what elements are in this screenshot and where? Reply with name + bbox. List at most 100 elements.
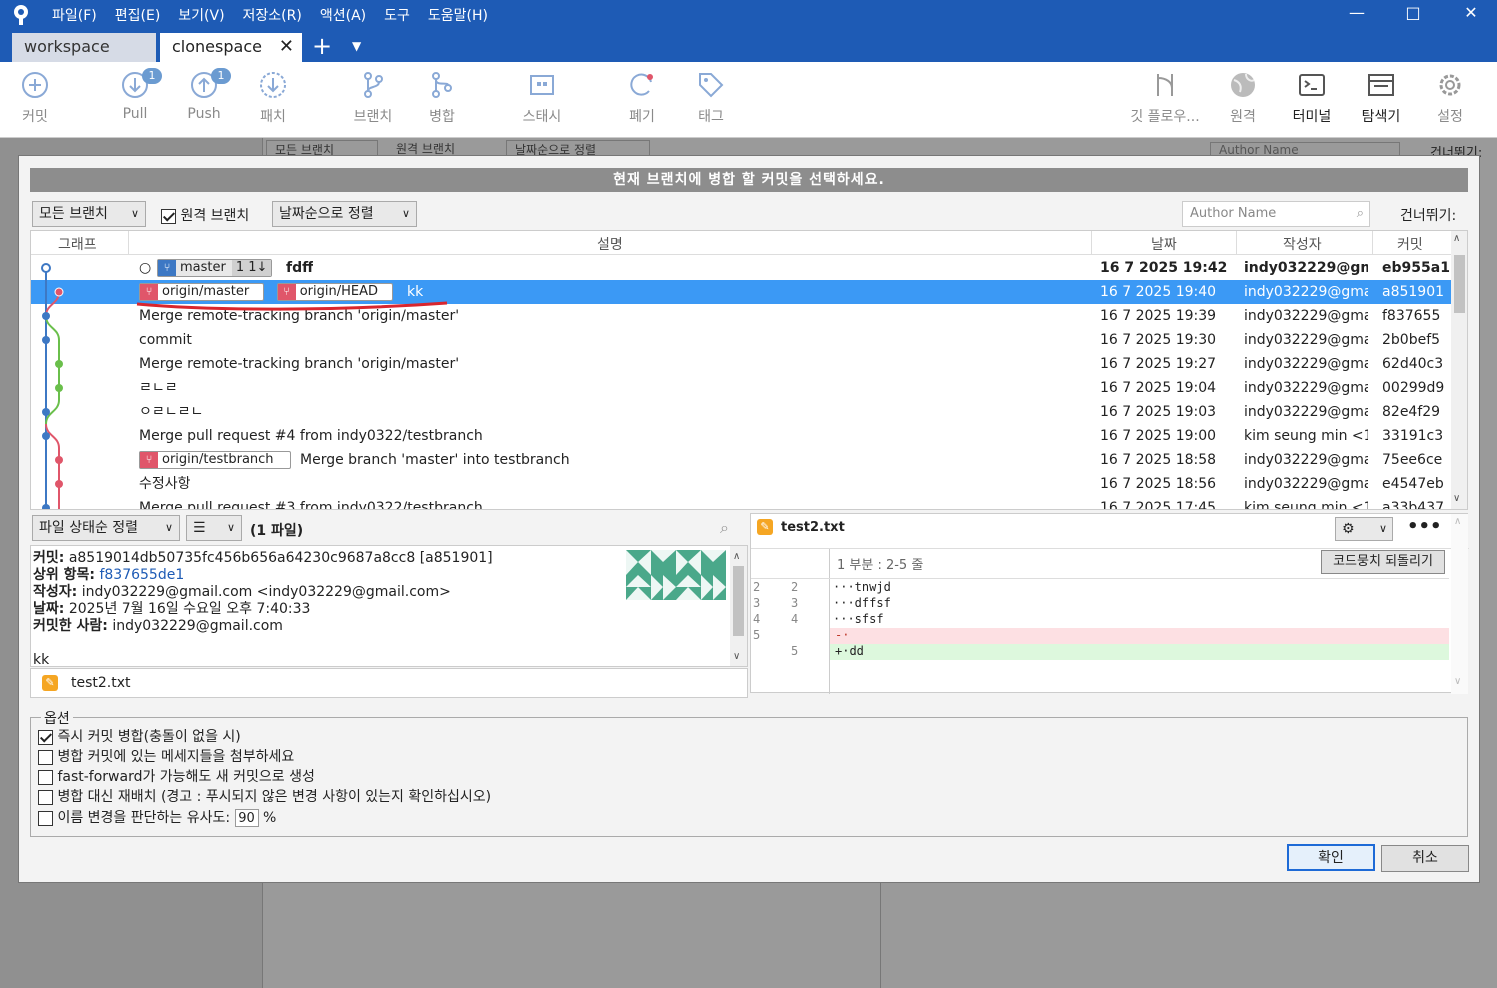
details-scrollbar[interactable]: ∧ ∨ bbox=[730, 546, 747, 666]
scroll-up-icon[interactable]: ∧ bbox=[733, 548, 740, 565]
tab-workspace[interactable]: workspace bbox=[12, 33, 156, 62]
commit-row[interactable]: ㄹㄴㄹ 16 7 2025 19:04 indy032229@gmail.com… bbox=[31, 376, 1451, 400]
checkbox-checked[interactable] bbox=[38, 729, 53, 745]
file-toolbar: 파일 상태순 정렬 ∨ ☰ ∨ (1 파일) ⌕ bbox=[30, 513, 750, 545]
scrollbar-thumb[interactable] bbox=[1454, 255, 1465, 313]
search-icon[interactable]: ⌕ bbox=[720, 518, 729, 538]
menu-repository[interactable]: 저장소(R) bbox=[243, 5, 302, 25]
push-button[interactable]: 1 Push bbox=[169, 68, 239, 122]
commit-row[interactable]: commit 16 7 2025 19:30 indy032229@gmail.… bbox=[31, 328, 1451, 352]
column-author[interactable]: 작성자 bbox=[1283, 234, 1322, 254]
search-icon: ⌕ bbox=[1356, 206, 1364, 221]
options-legend: 옵션 bbox=[41, 708, 73, 728]
new-line-number: 5 bbox=[791, 644, 799, 658]
sort-dropdown[interactable]: 날짜순으로 정렬 ∨ bbox=[272, 201, 417, 227]
commit-date: 16 7 2025 19:40 bbox=[1100, 284, 1217, 300]
commit-row[interactable]: Merge pull request #4 from indy0322/test… bbox=[31, 424, 1451, 448]
remote-branches-checkbox[interactable] bbox=[161, 208, 176, 224]
column-commit[interactable]: 커밋 bbox=[1397, 234, 1423, 254]
gitflow-button[interactable]: 깃 플로우... bbox=[1120, 70, 1210, 126]
branch-label: 브랜치 bbox=[353, 109, 393, 125]
new-tab-icon[interactable]: + bbox=[312, 32, 332, 60]
commit-row[interactable]: Merge remote-tracking branch 'origin/mas… bbox=[31, 352, 1451, 376]
author-search-input[interactable]: Author Name ⌕ bbox=[1182, 201, 1370, 227]
checkbox[interactable] bbox=[38, 789, 53, 805]
menu-bar: 파일(F) 편집(E) 보기(V) 저장소(R) 액션(A) 도구 도움말(H) bbox=[52, 5, 488, 25]
diff-scrollbar[interactable]: ∧ ∨ bbox=[1451, 514, 1468, 694]
title-bar: 파일(F) 편집(E) 보기(V) 저장소(R) 액션(A) 도구 도움말(H)… bbox=[0, 0, 1497, 30]
stash-button[interactable]: 스태시 bbox=[507, 70, 577, 126]
table-scrollbar[interactable]: ∧ ∨ bbox=[1451, 231, 1467, 509]
tab-dropdown-icon[interactable]: ▼ bbox=[352, 39, 361, 53]
merge-button[interactable]: 병합 bbox=[407, 70, 477, 126]
column-description[interactable]: 설명 bbox=[597, 234, 623, 254]
scrollbar-thumb[interactable] bbox=[733, 566, 744, 636]
checkbox[interactable] bbox=[38, 749, 53, 765]
scroll-down-icon[interactable]: ∨ bbox=[1454, 676, 1461, 687]
menu-help[interactable]: 도움말(H) bbox=[428, 5, 488, 25]
checkbox[interactable] bbox=[38, 769, 53, 785]
commit-row[interactable]: Merge pull request #3 from indy0322/test… bbox=[31, 496, 1451, 509]
maximize-icon[interactable]: □ bbox=[1390, 0, 1436, 30]
added-highlight bbox=[830, 644, 1449, 660]
commit-row[interactable]: ⑂ origin/testbranch Merge branch 'master'… bbox=[31, 448, 1451, 472]
column-graph[interactable]: 그래프 bbox=[58, 234, 97, 254]
minimize-icon[interactable]: — bbox=[1334, 0, 1380, 30]
commit-row[interactable]: ㅇㄹㄴㄹㄴ 16 7 2025 19:03 indy032229@gmail.c… bbox=[31, 400, 1451, 424]
view-mode-dropdown[interactable]: ☰ ∨ bbox=[186, 515, 242, 541]
tab-close-icon[interactable]: ✕ bbox=[279, 33, 294, 61]
remote-button[interactable]: 원격 bbox=[1208, 70, 1278, 126]
tab-clonespace[interactable]: clonespace ✕ bbox=[160, 33, 302, 62]
similarity-input[interactable]: 90 bbox=[234, 809, 259, 827]
settings-button[interactable]: 설정 bbox=[1415, 70, 1485, 126]
menu-edit[interactable]: 편집(E) bbox=[115, 5, 161, 25]
file-sort-dropdown[interactable]: 파일 상태순 정렬 ∨ bbox=[32, 515, 180, 541]
branch-button[interactable]: 브랜치 bbox=[338, 70, 408, 126]
checkbox[interactable] bbox=[38, 810, 53, 826]
commit-date: 16 7 2025 19:04 bbox=[1100, 380, 1217, 396]
option-label: 이름 변경을 판단하는 유사도: bbox=[57, 810, 231, 826]
commit-hash: 62d40c3 bbox=[1382, 356, 1444, 372]
diff-text: ···sfsf bbox=[833, 612, 884, 626]
option-include-messages[interactable]: 병합 커밋에 있는 메세지들을 첨부하세요 bbox=[38, 748, 294, 766]
column-date[interactable]: 날짜 bbox=[1151, 234, 1177, 254]
chevron-down-icon: ∨ bbox=[401, 207, 410, 220]
menu-tools[interactable]: 도구 bbox=[384, 5, 410, 25]
cancel-button[interactable]: 취소 bbox=[1381, 845, 1469, 872]
commit-date: 16 7 2025 18:56 bbox=[1100, 476, 1217, 492]
menu-file[interactable]: 파일(F) bbox=[52, 5, 97, 25]
scroll-down-icon[interactable]: ∨ bbox=[733, 648, 740, 665]
branch-filter-dropdown[interactable]: 모든 브랜치 ∨ bbox=[32, 201, 146, 227]
menu-view[interactable]: 보기(V) bbox=[178, 5, 224, 25]
explorer-button[interactable]: 탐색기 bbox=[1346, 70, 1416, 126]
diff-settings-dropdown[interactable]: ⚙ ∨ bbox=[1335, 517, 1393, 541]
tag-button[interactable]: 태그 bbox=[676, 70, 746, 126]
option-no-fast-forward[interactable]: fast-forward가 가능해도 새 커밋으로 생성 bbox=[38, 768, 315, 786]
commit-row[interactable]: ○ ⑂ master 1 1↓ fdff 16 7 2025 19:42 indy0… bbox=[31, 256, 1451, 280]
scroll-up-icon[interactable]: ∧ bbox=[1454, 516, 1461, 527]
commit-row[interactable]: 수정사항 16 7 2025 18:56 indy032229@gmail.co… bbox=[31, 472, 1451, 496]
discard-button[interactable]: 폐기 bbox=[607, 70, 677, 126]
ok-button[interactable]: 확인 bbox=[1287, 844, 1375, 871]
branch-icon bbox=[364, 72, 383, 98]
commit-button[interactable]: 커밋 bbox=[0, 70, 70, 126]
more-options-icon[interactable]: ••• bbox=[1407, 516, 1442, 537]
option-rename-similarity[interactable]: 이름 변경을 판단하는 유사도: 90 % bbox=[38, 809, 276, 827]
detail-date: 날짜: 2025년 7월 16일 수요일 오후 7:40:33 bbox=[33, 601, 745, 618]
scroll-down-icon[interactable]: ∨ bbox=[1453, 493, 1460, 504]
file-item[interactable]: ✎ test2.txt bbox=[31, 669, 747, 697]
remote-branches-toggle[interactable]: 원격 브랜치 bbox=[161, 205, 249, 225]
option-merge-immediately[interactable]: 즉시 커밋 병합(충돌이 없을 시) bbox=[38, 728, 241, 746]
option-rebase[interactable]: 병합 대신 재배치 (경고 : 푸시되지 않은 변경 사항이 있는지 확인하십시… bbox=[38, 788, 491, 806]
branch-icon: ⑂ bbox=[158, 260, 176, 276]
patch-button[interactable]: 패치 bbox=[238, 70, 308, 126]
scroll-up-icon[interactable]: ∧ bbox=[1453, 233, 1460, 244]
close-window-icon[interactable]: ✕ bbox=[1448, 0, 1494, 30]
detail-label: 작성자: bbox=[33, 584, 78, 600]
terminal-button[interactable]: 터미널 bbox=[1277, 70, 1347, 126]
menu-actions[interactable]: 액션(A) bbox=[320, 5, 366, 25]
pull-button[interactable]: 1 Pull bbox=[100, 68, 170, 122]
parent-link[interactable]: f837655de1 bbox=[99, 567, 184, 583]
percent-label: % bbox=[263, 810, 277, 826]
revert-hunk-button[interactable]: 코드뭉치 되돌리기 bbox=[1321, 550, 1445, 574]
